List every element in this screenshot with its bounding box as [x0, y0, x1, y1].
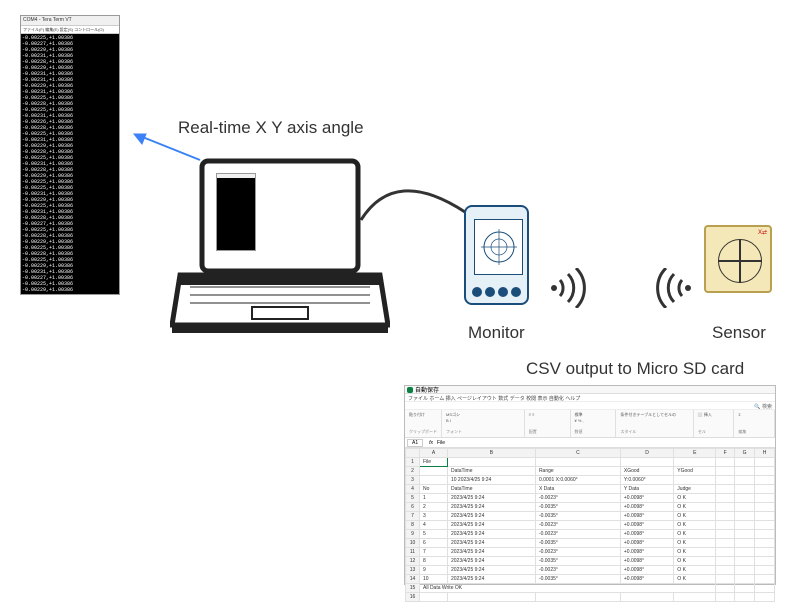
cell-reference-bar[interactable]: A1 fx File — [405, 438, 775, 448]
terminal-line: -0.00229,+1.00386 — [22, 287, 118, 293]
wireless-icon — [548, 268, 588, 308]
monitor-screen — [474, 219, 523, 275]
monitor-button[interactable] — [472, 287, 482, 297]
label-monitor: Monitor — [468, 323, 525, 343]
monitor-device — [464, 205, 529, 305]
spreadsheet-grid[interactable]: ABCDEFGH1File2DataTimeRangeXGoodYGood310… — [405, 448, 775, 602]
sensor-device: X⇄ — [704, 225, 772, 293]
spreadsheet-titlebar: 自動保存 — [405, 386, 775, 394]
sensor-corner-label: X⇄ — [758, 229, 767, 236]
cable-icon — [355, 160, 470, 230]
wireless-icon — [654, 268, 694, 308]
spreadsheet-menubar[interactable]: ファイル ホーム 挿入 ページレイアウト 数式 データ 校閲 表示 自動化 ヘル… — [405, 394, 775, 402]
monitor-button[interactable] — [511, 287, 521, 297]
terminal-menubar: ファイル(F) 編集(E) 設定(S) コントロール(O) — [21, 26, 119, 34]
terminal-body: -0.00225,+1.00386-0.00227,+1.00386-0.002… — [21, 34, 119, 294]
spreadsheet-toolbar[interactable]: 貼り付け クリップボード MSゴシ B I フォント ≡ ≡ 配置 標準 ¥ %… — [405, 410, 775, 438]
crosshair-icon — [481, 229, 517, 265]
terminal-titlebar: COM4 - Tera Term VT — [21, 16, 119, 26]
label-csv-output: CSV output to Micro SD card — [526, 359, 744, 379]
spreadsheet-window: 自動保存 ファイル ホーム 挿入 ページレイアウト 数式 データ 校閲 表示 自… — [404, 385, 776, 585]
monitor-button[interactable] — [485, 287, 495, 297]
label-sensor: Sensor — [712, 323, 766, 343]
terminal-window: COM4 - Tera Term VT ファイル(F) 編集(E) 設定(S) … — [20, 15, 120, 295]
spreadsheet-title: 自動保存 — [415, 385, 439, 394]
monitor-button[interactable] — [498, 287, 508, 297]
